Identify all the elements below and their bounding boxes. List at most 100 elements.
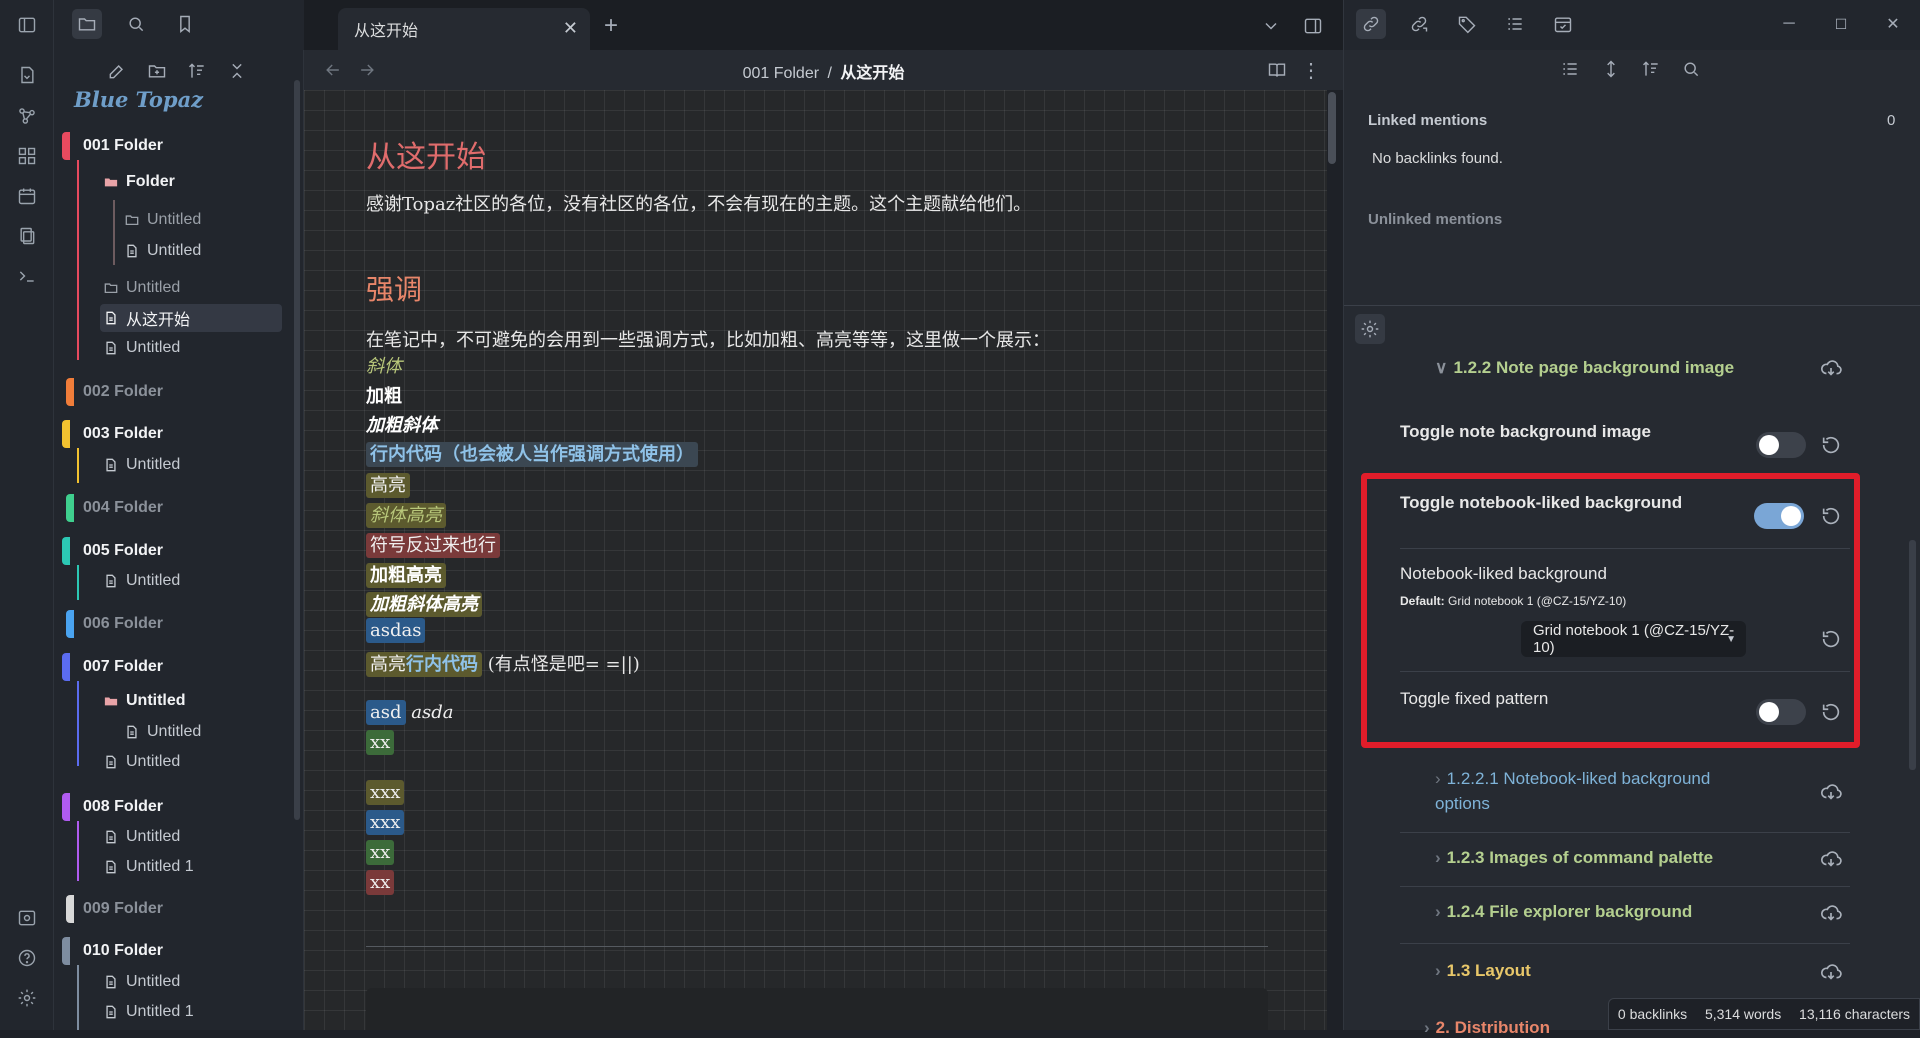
folder-item[interactable]: 007 Folder: [83, 653, 163, 681]
tags-tab-icon[interactable]: [1452, 9, 1482, 39]
folder-item[interactable]: 010 Folder: [83, 937, 163, 965]
folder-item[interactable]: 009 Folder: [83, 895, 163, 923]
file-icon: [102, 572, 120, 590]
folder-item[interactable]: 004 Folder: [83, 494, 163, 522]
vault-switch-icon[interactable]: [14, 905, 40, 931]
toggle-note-background-switch[interactable]: [1756, 432, 1806, 458]
status-backlinks[interactable]: 0 backlinks: [1618, 1006, 1687, 1022]
tab-list-chevron-down-icon[interactable]: [1256, 11, 1286, 41]
folder-item[interactable]: Untitled: [123, 206, 201, 234]
calendar-tab-icon[interactable]: [1548, 9, 1578, 39]
new-tab-icon[interactable]: +: [596, 11, 626, 41]
folder-item[interactable]: 005 Folder: [83, 537, 163, 565]
settings-gear-icon[interactable]: [14, 985, 40, 1011]
close-window-icon[interactable]: ✕: [1878, 9, 1908, 39]
file-item[interactable]: Untitled: [123, 237, 201, 265]
paragraph: 在笔记中，不可避免的会用到一些强调方式，比如加粗、高亮等等，这里做一个展示：: [366, 330, 1050, 351]
expand-context-icon[interactable]: [1596, 54, 1626, 84]
sort-order-icon[interactable]: [182, 56, 212, 86]
export-cloud-icon[interactable]: [1820, 848, 1842, 870]
unlinked-mentions-header[interactable]: Unlinked mentions: [1368, 211, 1502, 228]
outgoing-links-tab-icon[interactable]: [1404, 9, 1434, 39]
sort-icon[interactable]: [1636, 54, 1666, 84]
tab-active[interactable]: 从这开始 ✕: [338, 8, 590, 50]
inline-code: 行内代码（也会被人当作强调方式使用）: [366, 442, 698, 467]
templates-icon[interactable]: [14, 223, 40, 249]
file-item[interactable]: Untitled: [102, 823, 180, 851]
section-1-2-3[interactable]: › 1.2.3 Images of command palette: [1435, 848, 1713, 868]
more-options-icon[interactable]: ⋮: [1296, 55, 1326, 85]
section-label: 1.2.3 Images of command palette: [1446, 848, 1714, 867]
new-folder-icon[interactable]: [142, 56, 172, 86]
sidebar-scrollbar[interactable]: [294, 80, 300, 820]
calendar-icon[interactable]: [14, 183, 40, 209]
editor-scrollbar[interactable]: [1328, 92, 1336, 164]
outline-tab-icon[interactable]: [1500, 9, 1530, 39]
view-header: 001 Folder / 从这开始 ⋮: [304, 50, 1343, 90]
folder-item[interactable]: Untitled: [102, 274, 180, 302]
folder-label: 007 Folder: [83, 658, 164, 675]
file-item[interactable]: Untitled: [102, 567, 180, 595]
linked-mentions-header[interactable]: Linked mentions: [1368, 112, 1487, 129]
new-note-icon[interactable]: [102, 56, 132, 86]
highlight-annotation-box: [1361, 473, 1860, 748]
export-cloud-icon[interactable]: [1820, 902, 1842, 924]
settings-scrollbar[interactable]: [1909, 540, 1916, 770]
search-icon[interactable]: [1676, 54, 1706, 84]
minimize-window-icon[interactable]: ─: [1774, 9, 1804, 39]
folder-guide-line: [77, 681, 79, 766]
graph-view-icon[interactable]: [14, 103, 40, 129]
toggle-right-sidebar-icon[interactable]: [1298, 11, 1328, 41]
highlight-text: xxx: [366, 780, 405, 805]
section-2[interactable]: › 2. Distribution: [1424, 1018, 1550, 1038]
file-item[interactable]: Untitled 1: [102, 853, 194, 881]
folder-item[interactable]: 002 Folder: [83, 378, 163, 406]
maximize-window-icon[interactable]: ☐: [1826, 9, 1856, 39]
note-editor[interactable]: 从这开始 感谢Topaz社区的各位，没有社区的各位，不会有现在的主题。这个主题献…: [304, 90, 1327, 1030]
folder-item[interactable]: 003 Folder: [83, 420, 163, 448]
collapse-results-icon[interactable]: [1555, 54, 1585, 84]
folder-item[interactable]: 006 Folder: [83, 610, 163, 638]
breadcrumb-folder[interactable]: 001 Folder: [743, 65, 820, 82]
file-item-active[interactable]: 从这开始: [102, 304, 190, 332]
file-item[interactable]: Untitled: [102, 451, 180, 479]
file-item[interactable]: Untitled: [102, 334, 180, 362]
style-settings-gear-icon[interactable]: [1355, 314, 1385, 344]
blue-highlight-text: asdas: [366, 618, 426, 643]
terminal-icon[interactable]: [14, 263, 40, 289]
reading-view-book-icon[interactable]: [1262, 55, 1292, 85]
folder-item[interactable]: 001 Folder: [83, 132, 163, 160]
file-item[interactable]: Untitled: [123, 718, 201, 746]
setting-divider: [1400, 943, 1850, 944]
file-item[interactable]: Untitled: [102, 748, 180, 776]
folder-item[interactable]: Folder: [102, 168, 175, 196]
breadcrumb: 001 Folder / 从这开始: [304, 59, 1343, 83]
view-title[interactable]: 从这开始: [840, 65, 904, 82]
collapse-all-icon[interactable]: [222, 56, 252, 86]
folder-guide-line: [77, 448, 79, 483]
folder-item[interactable]: 008 Folder: [83, 793, 163, 821]
close-tab-icon[interactable]: ✕: [563, 18, 578, 39]
breadcrumb-separator: /: [827, 65, 832, 82]
export-cloud-icon[interactable]: [1820, 961, 1842, 983]
file-item[interactable]: Untitled 1: [102, 998, 194, 1026]
help-icon[interactable]: [14, 945, 40, 971]
file-item[interactable]: Untitled: [102, 968, 180, 996]
folder-color-bar: [62, 653, 70, 681]
no-backlinks-message: No backlinks found.: [1372, 150, 1503, 167]
section-1-2-2-1[interactable]: › 1.2.2.1 Notebook-liked background: [1435, 769, 1710, 789]
sidebar-toggle-icon[interactable]: [14, 12, 40, 38]
folder-item[interactable]: Untitled: [102, 687, 186, 715]
bookmarks-tab-icon[interactable]: [170, 9, 200, 39]
open-quick-switcher-icon[interactable]: [14, 62, 40, 88]
backlinks-tab-icon[interactable]: [1356, 9, 1386, 39]
section-1-3[interactable]: › 1.3 Layout: [1435, 961, 1531, 981]
canvas-icon[interactable]: [14, 143, 40, 169]
search-tab-icon[interactable]: [121, 9, 151, 39]
file-explorer-tab-icon[interactable]: [72, 9, 102, 39]
section-1-2-4[interactable]: › 1.2.4 File explorer background: [1435, 902, 1692, 922]
export-cloud-icon[interactable]: [1820, 357, 1842, 379]
export-cloud-icon[interactable]: [1820, 781, 1842, 803]
section-1-2-2[interactable]: ∨ 1.2.2 Note page background image: [1435, 358, 1734, 378]
reset-icon[interactable]: [1820, 434, 1842, 456]
